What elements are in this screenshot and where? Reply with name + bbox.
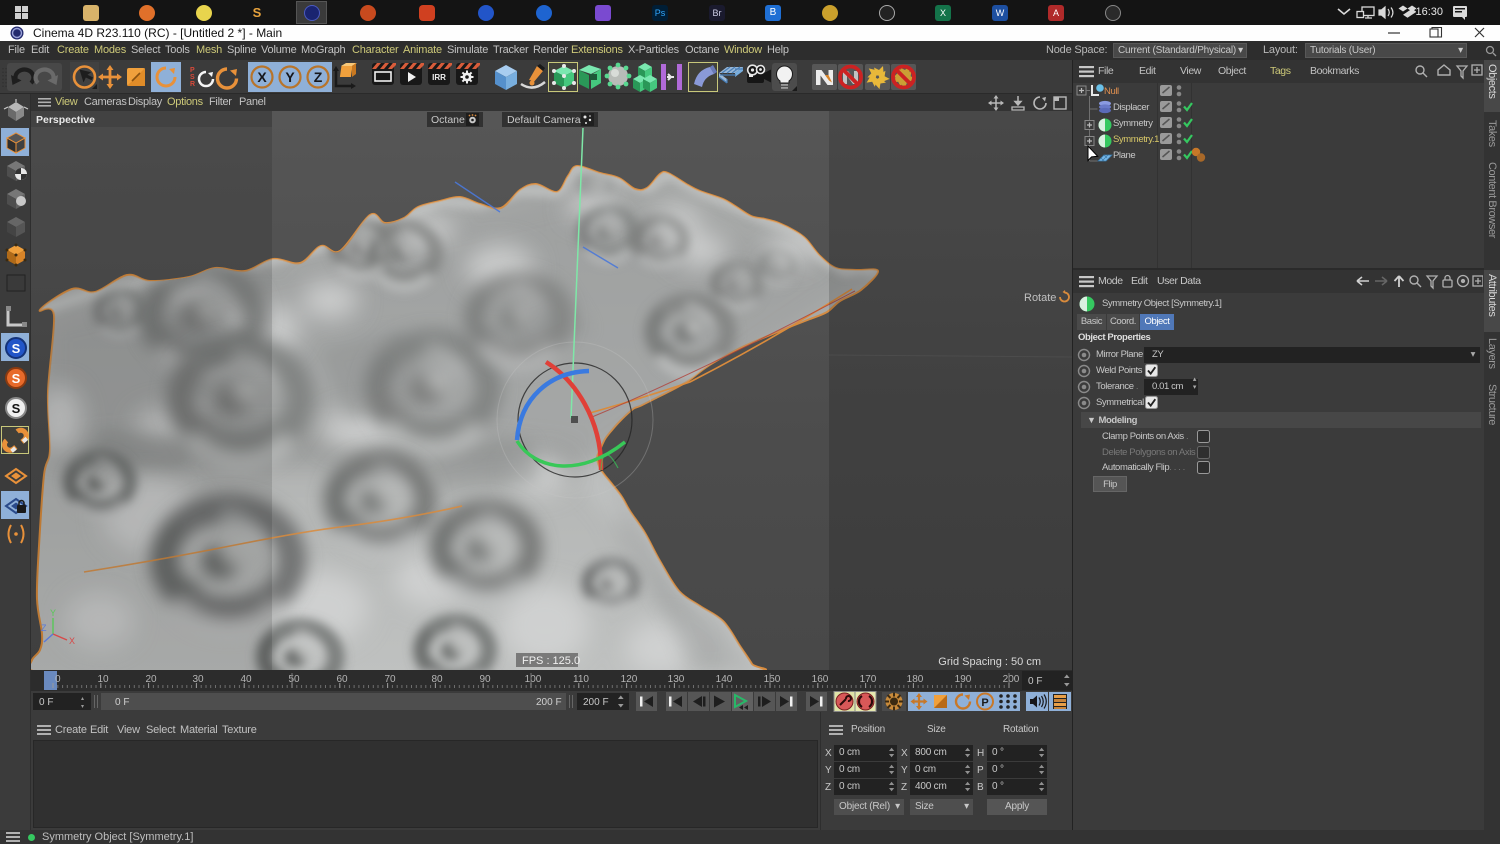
svg-text:0 F: 0 F [39, 697, 53, 708]
svg-text:200 F: 200 F [536, 697, 562, 708]
svg-text:S: S [12, 371, 21, 386]
svg-text:140: 140 [716, 674, 733, 685]
svg-text:S: S [190, 74, 195, 81]
svg-text:110: 110 [573, 674, 589, 685]
svg-text:80: 80 [431, 674, 443, 685]
svg-text:Default Camera: Default Camera [507, 114, 581, 126]
svg-text:50: 50 [288, 674, 300, 685]
svg-text:Octane: Octane [431, 114, 465, 126]
svg-text:Z: Z [314, 69, 323, 85]
svg-text:200 F: 200 F [583, 697, 609, 708]
svg-text:S: S [12, 401, 21, 416]
svg-text:▾: ▾ [81, 704, 84, 710]
svg-text:Perspective: Perspective [36, 114, 95, 126]
svg-text:Grid Spacing : 50 cm: Grid Spacing : 50 cm [938, 656, 1041, 668]
svg-text:0: 0 [55, 674, 61, 685]
svg-text:IRR: IRR [432, 73, 446, 82]
svg-text:180: 180 [907, 674, 924, 685]
svg-text:S: S [12, 341, 21, 356]
svg-text:X: X [257, 69, 267, 85]
svg-text:0 F: 0 F [115, 697, 129, 708]
svg-text:30: 30 [192, 674, 204, 685]
svg-text:70: 70 [384, 674, 396, 685]
svg-text:150: 150 [764, 674, 781, 685]
svg-text:10: 10 [97, 674, 109, 685]
svg-text:Y: Y [50, 608, 56, 618]
svg-text:120: 120 [621, 674, 638, 685]
svg-text:Z: Z [41, 623, 47, 633]
svg-text:P: P [190, 67, 195, 74]
svg-text:Y: Y [285, 69, 295, 85]
svg-text:160: 160 [812, 674, 829, 685]
svg-text:FPS : 125.0: FPS : 125.0 [522, 655, 580, 667]
svg-text:130: 130 [668, 674, 685, 685]
svg-text:200: 200 [1003, 674, 1020, 685]
svg-text:190: 190 [955, 674, 972, 685]
svg-text:X: X [69, 636, 75, 646]
svg-text:0 F: 0 F [1028, 676, 1042, 687]
svg-text:20: 20 [145, 674, 157, 685]
svg-text:Rotate: Rotate [1024, 292, 1056, 304]
svg-text:R: R [190, 81, 195, 88]
svg-text:90: 90 [479, 674, 491, 685]
svg-text:170: 170 [860, 674, 877, 685]
svg-text:60: 60 [336, 674, 348, 685]
svg-text:100: 100 [525, 674, 542, 685]
svg-text:40: 40 [240, 674, 252, 685]
svg-text:▴: ▴ [81, 696, 84, 702]
svg-text:P: P [981, 697, 988, 709]
